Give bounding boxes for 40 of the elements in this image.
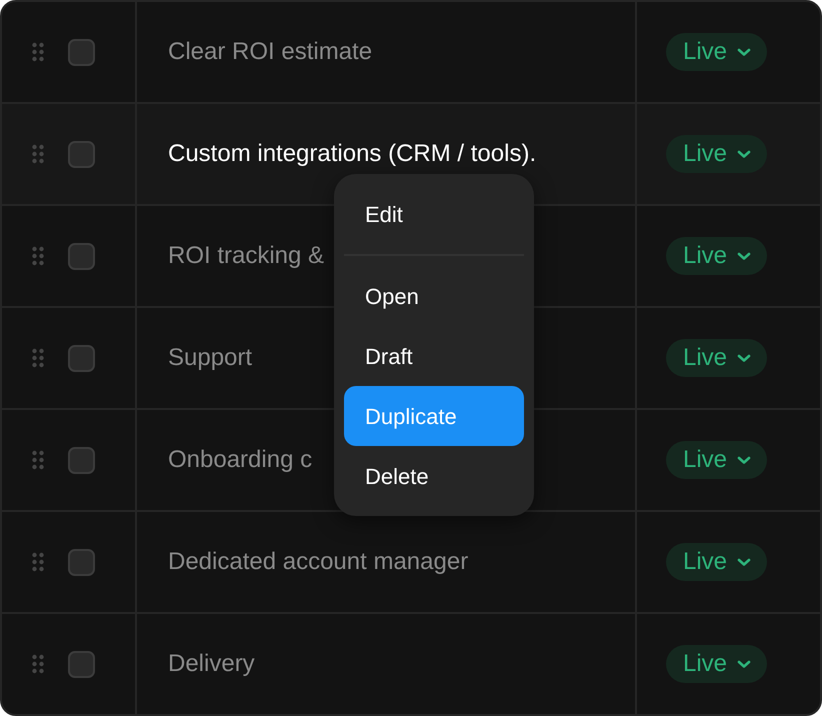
chevron-down-icon [737,456,752,464]
chevron-down-icon [737,558,752,566]
status-dropdown[interactable]: Live [666,33,768,71]
row-title: Dedicated account manager [168,547,468,577]
status-dropdown[interactable]: Live [666,237,768,275]
row-title: Clear ROI estimate [168,37,372,67]
status-dropdown[interactable]: Live [666,645,768,683]
row-title: Support [168,343,252,373]
row-title: Onboarding c [168,445,312,475]
drag-handle-icon[interactable] [32,348,44,368]
chevron-down-icon [737,48,752,56]
drag-handle-icon[interactable] [32,552,44,572]
chevron-down-icon [737,150,752,158]
row-title: Custom integrations (CRM / tools). [168,139,536,169]
menu-item[interactable]: Edit [344,184,524,244]
chevron-down-icon [737,660,752,668]
checkbox[interactable] [68,344,95,372]
status-dropdown[interactable]: Live [666,339,768,377]
chevron-down-icon [737,354,752,362]
row-title: ROI tracking & [168,241,324,271]
checkbox[interactable] [68,140,95,168]
checkbox[interactable] [68,242,95,270]
chevron-down-icon [737,252,752,260]
drag-handle-icon[interactable] [32,450,44,470]
drag-handle-icon[interactable] [32,144,44,164]
drag-handle-icon[interactable] [32,246,44,266]
drag-handle-icon[interactable] [32,654,44,674]
row-title: Delivery [168,649,255,679]
menu-item[interactable]: Draft [344,326,524,386]
drag-handle-icon[interactable] [32,42,44,62]
status-dropdown[interactable]: Live [666,135,768,173]
menu-item[interactable]: Open [344,266,524,326]
checkbox[interactable] [68,548,95,576]
status-dropdown[interactable]: Live [666,543,768,581]
status-dropdown[interactable]: Live [666,441,768,479]
checkbox[interactable] [68,38,95,66]
checkbox[interactable] [68,650,95,678]
menu-item[interactable]: Duplicate [344,386,524,446]
checkbox[interactable] [68,446,95,474]
menu-item[interactable]: Delete [344,446,524,506]
